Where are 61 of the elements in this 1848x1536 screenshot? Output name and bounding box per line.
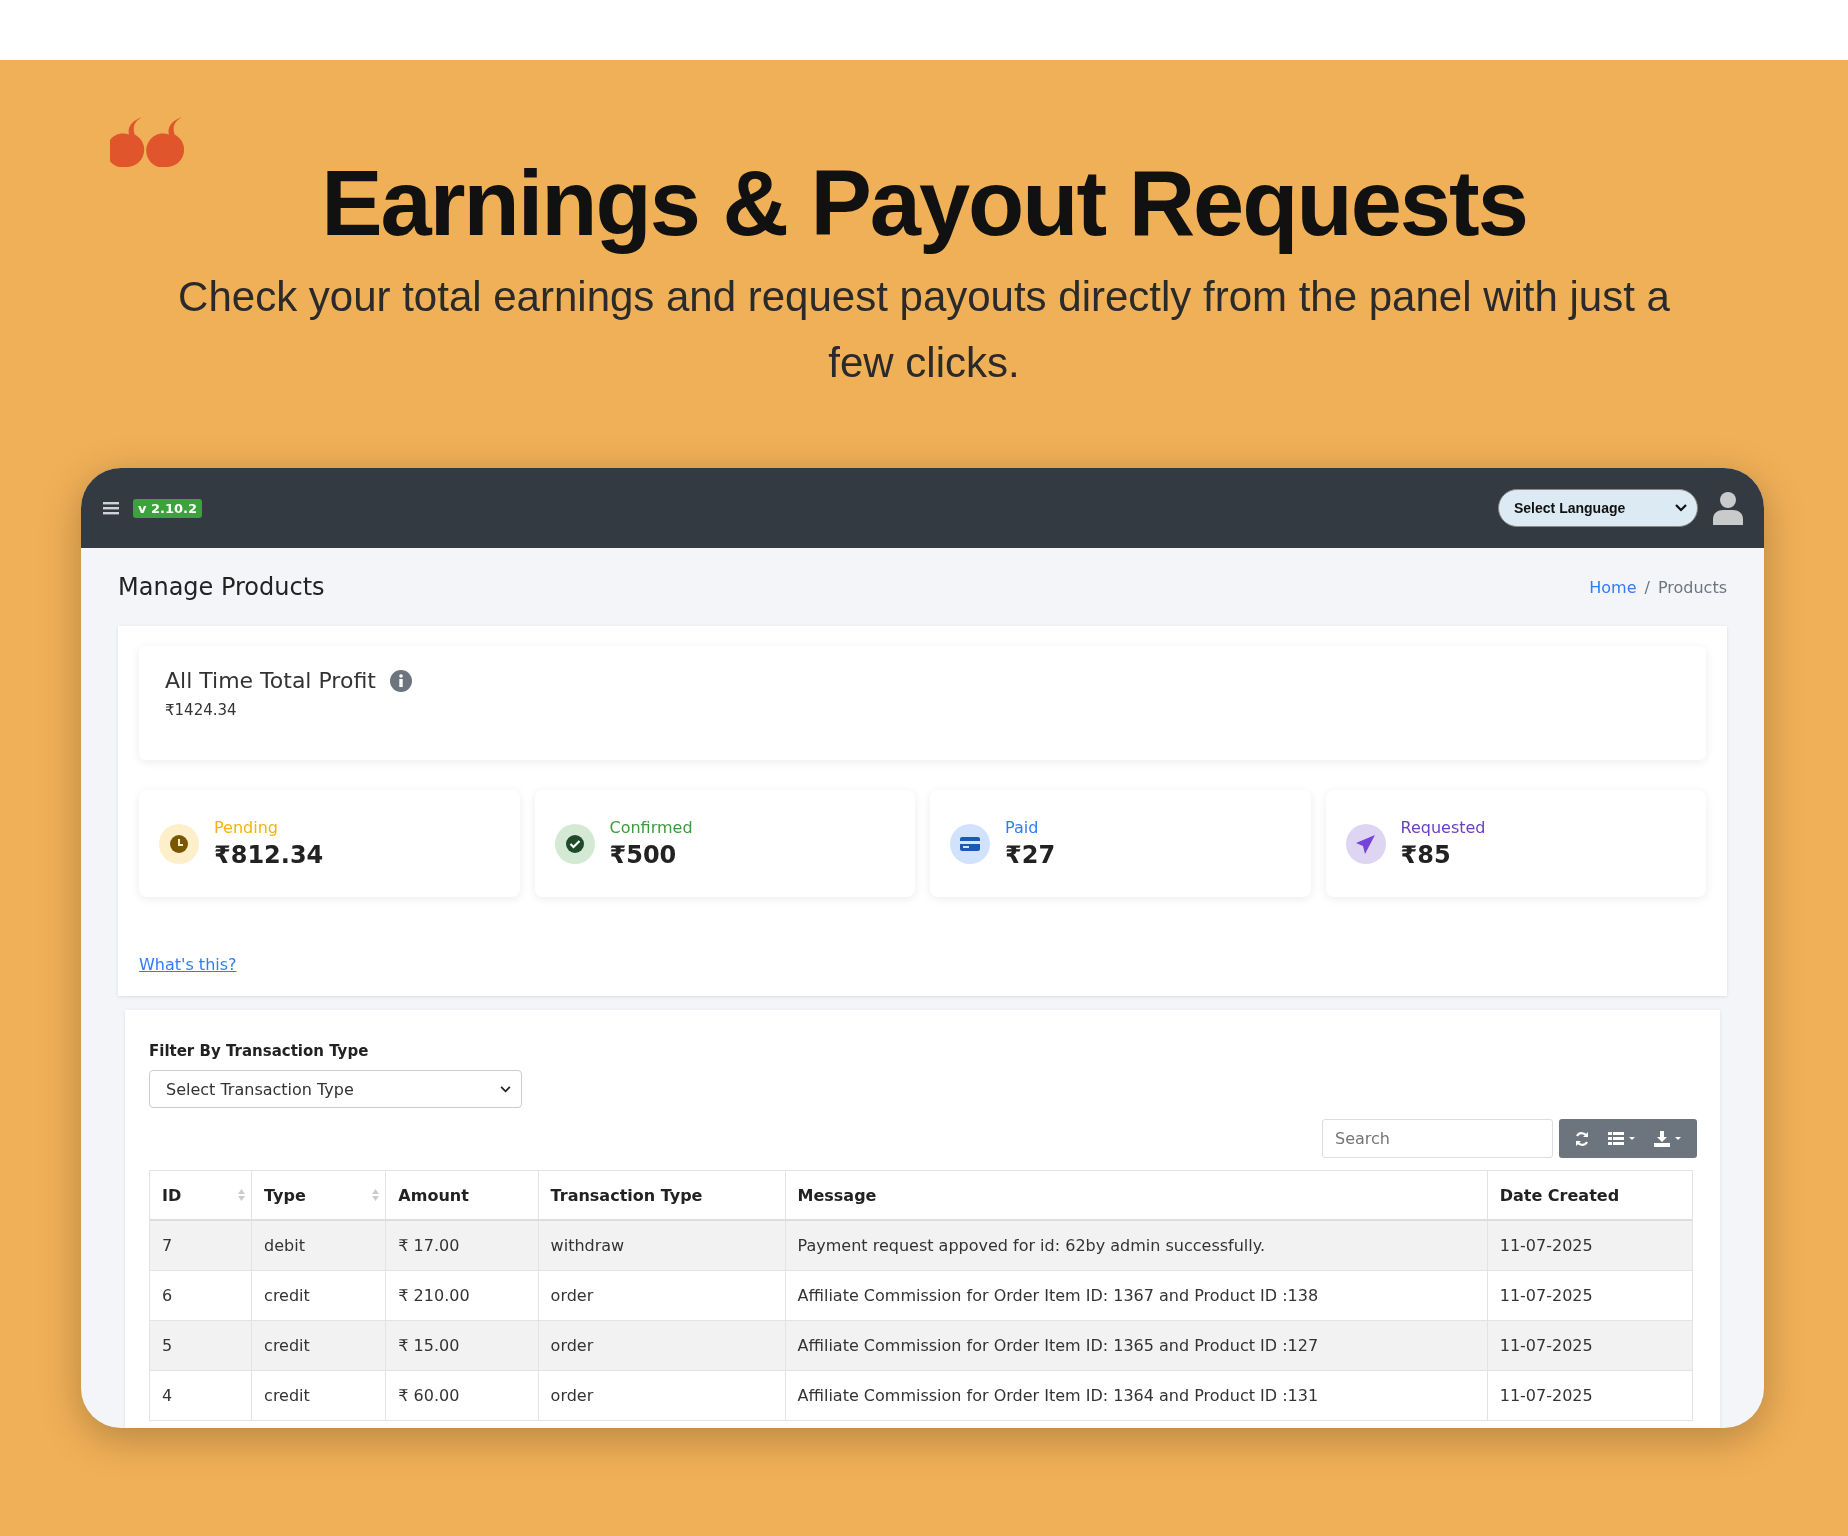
paper-plane-icon (1345, 823, 1386, 864)
stat-label: Paid (1005, 818, 1040, 837)
stat-value: ₹812.34 (214, 841, 324, 869)
clock-icon (159, 823, 199, 864)
table-cell: ₹ 60.00 (385, 1370, 539, 1421)
table-cell: withdraw (538, 1220, 786, 1271)
table-cell: order (538, 1270, 786, 1321)
search-field[interactable]: Search (1322, 1119, 1553, 1158)
profit-value: ₹1424.34 (165, 701, 238, 719)
language-select[interactable]: Select Language (1498, 489, 1698, 527)
table-cell: 6 (149, 1270, 252, 1321)
page-title: Manage Products (118, 573, 325, 601)
sort-icon (372, 1189, 380, 1201)
credit-card-icon (950, 823, 990, 864)
table-cell: Affiliate Commission for Order Item ID: 1365 and Product ID :127 (785, 1320, 1488, 1371)
download-icon (1654, 1130, 1682, 1147)
table-cell: ₹ 17.00 (385, 1220, 539, 1271)
table-cell: 7 (149, 1220, 252, 1271)
table-cell: Affiliate Commission for Order Item ID: 1367 and Product ID :138 (785, 1270, 1488, 1321)
help-link[interactable]: What's this? (139, 955, 237, 974)
profit-title: All Time Total Profit (165, 668, 376, 693)
quote-icon (110, 117, 186, 167)
stat-label: Confirmed (609, 818, 693, 837)
table-cell: 11-07-2025 (1487, 1320, 1693, 1371)
table-cell: order (538, 1320, 786, 1371)
version-badge: v 2.10.2 (133, 498, 203, 518)
table-cell: Affiliate Commission for Order Item ID: 1364 and Product ID :131 (785, 1370, 1488, 1421)
breadcrumb-current: Products (1657, 577, 1727, 597)
banner-title: Earnings & Payout Requests (321, 151, 1527, 256)
table-cell: credit (251, 1270, 386, 1321)
chevron-icon (1675, 504, 1687, 512)
table-cell: 11-07-2025 (1487, 1270, 1693, 1321)
table-cell: Payment request appoved for id: 62by admin successfully. (785, 1220, 1488, 1271)
list-icon (1608, 1131, 1636, 1146)
filter-label: Filter By Transaction Type (149, 1042, 370, 1060)
table-cell: ₹ 210.00 (385, 1270, 539, 1321)
refresh-icon (1574, 1130, 1590, 1147)
table-cell: credit (251, 1370, 386, 1421)
table-cell: 4 (149, 1370, 252, 1421)
table-cell: 11-07-2025 (1487, 1370, 1693, 1421)
banner-subtitle: Check your total earnings and request payouts directly from the panel with just a few clicks. (177, 272, 1671, 389)
transaction-type-select[interactable]: Select Transaction Type (149, 1070, 522, 1108)
breadcrumb-link[interactable]: Home (1589, 577, 1637, 597)
info-icon[interactable] (389, 669, 412, 692)
chevron-icon (500, 1085, 511, 1093)
user-icon[interactable] (1712, 491, 1744, 525)
stat-value: ₹27 (1005, 841, 1056, 869)
check-icon (554, 823, 595, 864)
stat-value: ₹85 (1400, 841, 1452, 869)
table-cell: debit (251, 1220, 386, 1271)
sort-icon (238, 1189, 246, 1201)
table-cell: 11-07-2025 (1487, 1220, 1693, 1271)
stat-value: ₹500 (609, 841, 678, 869)
stat-label: Requested (1400, 818, 1486, 837)
stat-label: Pending (214, 818, 279, 837)
table-cell: ₹ 15.00 (385, 1320, 539, 1371)
table-cell: 5 (149, 1320, 252, 1371)
table-cell: order (538, 1370, 786, 1421)
menu-icon[interactable] (103, 501, 119, 515)
breadcrumb-separator: / (1644, 577, 1650, 597)
table-cell: credit (251, 1320, 386, 1371)
